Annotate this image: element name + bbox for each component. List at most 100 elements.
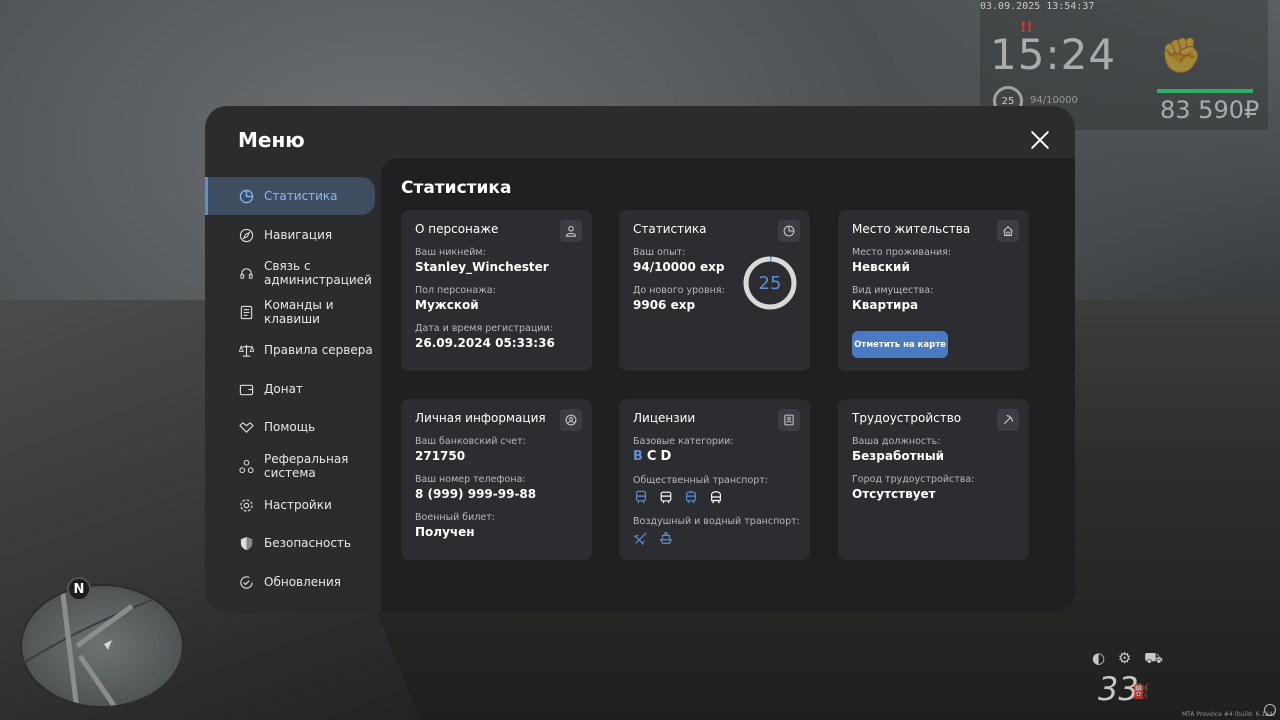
sidebar-item-label: Безопасность — [264, 536, 351, 550]
phone-value: 8 (999) 999-99-88 — [415, 487, 537, 501]
nickname-label: Ваш никнейм: — [415, 247, 486, 258]
card-title: Лицензии — [633, 411, 696, 425]
registration-label: Дата и время регистрации: — [415, 323, 553, 334]
page-title: Статистика — [401, 178, 512, 198]
residence-label: Место проживания: — [852, 247, 952, 258]
exp-label: Ваш опыт: — [633, 247, 686, 258]
exp-value: 94/10000 exp — [633, 260, 725, 274]
home-icon — [997, 220, 1019, 242]
card-title: Личная информация — [415, 411, 546, 425]
wallet-icon — [238, 381, 254, 397]
shield-icon — [238, 535, 254, 551]
pie-chart-icon — [238, 188, 254, 204]
license-category-c: C — [646, 449, 661, 464]
card-title: Место жительства — [852, 222, 971, 236]
sidebar-item-admin-contact[interactable]: Связь с администрацией — [205, 254, 375, 292]
hud-health-bar — [1157, 89, 1253, 93]
fuel-icon: ⛽ — [1132, 684, 1150, 700]
job-city-value: Отсутствует — [852, 487, 936, 501]
sidebar-item-label: Связь с администрацией — [264, 259, 372, 287]
bank-account-label: Ваш банковский счет: — [415, 436, 526, 447]
sidebar-item-label: Обновления — [264, 575, 342, 589]
position-label: Ваша должность: — [852, 436, 941, 447]
sidebar-item-label: Статистика — [264, 189, 338, 203]
sidebar-item-referral[interactable]: Реферальная система — [205, 447, 375, 485]
pie-chart-icon — [778, 220, 800, 242]
menu-window: Меню Статистика Навигация Связь с админи… — [205, 106, 1075, 613]
property-type-label: Вид имущества: — [852, 285, 934, 296]
sex-value: Мужской — [415, 298, 479, 312]
headset-icon — [238, 265, 254, 281]
sidebar-item-settings[interactable]: Настройки — [205, 486, 375, 524]
job-city-label: Город трудоустройства: — [852, 474, 975, 485]
air-water-transport-label: Воздушный и водный транспорт: — [633, 516, 800, 527]
scales-icon — [238, 342, 254, 358]
sidebar-item-help[interactable]: Помощь — [205, 408, 375, 446]
card-residence: Место жительства Место проживания: Невск… — [838, 210, 1029, 371]
fist-icon: ✊ — [1160, 36, 1203, 76]
north-indicator: N — [67, 577, 91, 601]
sex-label: Пол персонажа: — [415, 285, 496, 296]
hud-date: 03.09.2025 13:54:37 — [980, 1, 1095, 12]
watermark: MTA Province #4 (build: 6.124) — [1182, 711, 1276, 718]
card-licenses: Лицензии Базовые категории: BCD Обществе… — [619, 399, 810, 560]
user-circle-icon — [560, 409, 582, 431]
level-ring: 25 — [743, 256, 797, 310]
vehicle-status-icons: ◐ ⚙ ⛟ — [1092, 649, 1167, 667]
nickname-value: Stanley_Winchester — [415, 260, 549, 274]
sidebar-item-security[interactable]: Безопасность — [205, 524, 375, 562]
license-category-d: D — [660, 449, 676, 464]
trolleybus-icon — [658, 489, 674, 505]
military-value: Получен — [415, 525, 475, 539]
residence-value: Невский — [852, 260, 910, 274]
card-title: О персонаже — [415, 222, 499, 236]
next-level-label: До нового уровня: — [633, 285, 725, 296]
bank-account-value: 271750 — [415, 449, 466, 463]
sidebar-item-label: Помощь — [264, 420, 316, 434]
sidebar-item-label: Донат — [264, 382, 303, 396]
tram-icon — [683, 489, 699, 505]
level-number: 25 — [758, 272, 782, 294]
plane-icon — [633, 530, 649, 546]
card-employment: Трудоустройство Ваша должность: Безработ… — [838, 399, 1029, 560]
next-level-value: 9906 exp — [633, 298, 696, 312]
handshake-icon — [238, 419, 254, 435]
license-categories: BCD — [633, 449, 675, 464]
public-transport-label: Общественный транспорт: — [633, 475, 769, 486]
property-type-value: Квартира — [852, 298, 919, 312]
sidebar-item-commands[interactable]: Команды и клавиши — [205, 293, 375, 331]
gear-icon — [238, 497, 254, 513]
mark-on-map-button[interactable]: Отметить на карте — [852, 331, 948, 358]
user-icon — [560, 220, 582, 242]
phone-label: Ваш номер телефона: — [415, 474, 526, 485]
sidebar-item-statistics[interactable]: Статистика — [205, 177, 375, 215]
card-title: Статистика — [633, 222, 707, 236]
sidebar-item-navigation[interactable]: Навигация — [205, 216, 375, 254]
license-category-b: B — [633, 449, 647, 464]
refresh-check-icon — [238, 574, 254, 590]
public-transport-icons — [633, 489, 724, 505]
sidebar-item-label: Реферальная система — [264, 452, 349, 480]
network-icon — [238, 458, 254, 474]
sidebar-item-donate[interactable]: Донат — [205, 370, 375, 408]
close-button[interactable] — [1026, 126, 1054, 154]
base-categories-label: Базовые категории: — [633, 436, 734, 447]
hud-time: 15:24 — [990, 30, 1117, 79]
card-character: О персонаже Ваш никнейм: Stanley_Winches… — [401, 210, 592, 371]
content-panel: Статистика О персонаже Ваш никнейм: Stan… — [381, 158, 1075, 613]
sidebar-item-updates[interactable]: Обновления — [205, 563, 375, 601]
sidebar-item-label: Команды и клавиши — [264, 298, 334, 326]
metro-icon — [708, 489, 724, 505]
pickaxe-icon — [997, 409, 1019, 431]
sidebar-item-label: Навигация — [264, 228, 333, 242]
sidebar-item-label: Правила сервера — [264, 343, 373, 357]
list-icon — [238, 304, 254, 320]
sidebar-item-rules[interactable]: Правила сервера — [205, 331, 375, 369]
position-value: Безработный — [852, 449, 945, 463]
card-statistics: Статистика Ваш опыт: 94/10000 exp До нов… — [619, 210, 810, 371]
sidebar-item-label: Настройки — [264, 498, 332, 512]
military-label: Военный билет: — [415, 512, 495, 523]
minimap — [20, 584, 184, 708]
air-water-transport-icons — [633, 530, 674, 546]
menu-title: Меню — [238, 128, 305, 152]
